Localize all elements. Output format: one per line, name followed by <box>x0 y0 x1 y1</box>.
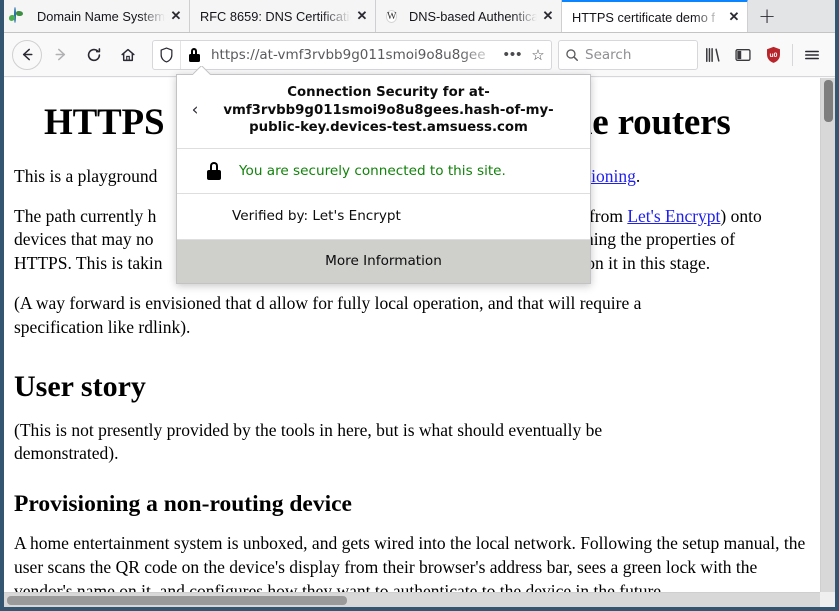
wikipedia-icon: W <box>386 10 398 23</box>
shield-icon <box>160 46 173 63</box>
tracking-protection-shield-icon[interactable] <box>153 40 181 69</box>
arrow-right-icon <box>54 48 65 61</box>
site-identity-lock-button[interactable] <box>181 41 207 69</box>
heading-provisioning-non-routing-device: Provisioning a non-routing device <box>14 491 352 518</box>
horizontal-scrollbar[interactable] <box>4 592 820 607</box>
search-bar[interactable]: Search <box>558 39 698 70</box>
paragraph-path-line3-left: HTTPS. This is takin <box>14 253 163 274</box>
tab-label: RFC 8659: DNS Certification <box>200 8 351 24</box>
page-actions-icon[interactable]: ••• <box>501 46 525 63</box>
hamburger-menu-icon <box>805 50 819 59</box>
tab-label: HTTPS certificate demo f <box>572 9 715 25</box>
paragraph-way-forward-line1: (A way forward is envisioned that d allo… <box>14 293 642 314</box>
scrollbar-corner <box>820 592 835 607</box>
tab-close-icon[interactable]: ✕ <box>353 7 371 25</box>
tab-dns-based-authentication[interactable]: W DNS-based Authentication ✕ <box>376 0 562 32</box>
heading-user-story: User story <box>14 369 146 403</box>
tab-close-icon[interactable]: ✕ <box>539 7 557 25</box>
back-button[interactable] <box>12 39 42 70</box>
tab-https-certificate-demo[interactable]: HTTPS certificate demo f ✕ <box>562 0 748 32</box>
app-menu-button[interactable] <box>797 40 827 70</box>
horizontal-scrollbar-thumb[interactable] <box>7 596 347 605</box>
page-title-left: HTTPS <box>44 102 165 143</box>
connection-security-popup: ‹ Connection Security for at-vmf3rvbb9g0… <box>176 74 591 284</box>
paragraph-way-forward: (A way forward is envisioned that d allo… <box>14 292 809 340</box>
popup-verified-by: Verified by: Let's Encrypt <box>177 194 590 240</box>
tab-close-icon[interactable]: ✕ <box>725 8 743 26</box>
paragraph-user-story-line2: demonstrated). <box>14 443 119 464</box>
url-input[interactable]: https://at-vmf3rvbb9g011smoi9o8u8gee <box>207 47 501 63</box>
paragraph-way-forward-line2: specification like rdlink). <box>14 316 191 337</box>
paragraph-path-line2-left: devices that may no <box>14 229 154 250</box>
tab-rfc-8659[interactable]: RFC 8659: DNS Certification ✕ <box>190 0 376 32</box>
sidebar-icon <box>735 48 751 61</box>
ublock-shield-icon: u0 <box>766 46 780 63</box>
tab-label: DNS-based Authentication <box>409 8 537 24</box>
popup-secure-message: You are securely connected to this site. <box>239 162 506 179</box>
popup-back-button[interactable]: ‹ <box>183 98 207 122</box>
popup-header: ‹ Connection Security for at-vmf3rvbb9g0… <box>177 75 590 149</box>
browser-window: Domain Name System ✕ RFC 8659: DNS Certi… <box>0 0 839 611</box>
library-icon <box>706 47 720 62</box>
paragraph-user-story-note: (This is not presently provided by the t… <box>14 419 809 467</box>
lock-icon <box>203 161 225 180</box>
vertical-scrollbar-thumb[interactable] <box>824 80 833 122</box>
paragraph-user-story-line1: (This is not presently provided by the t… <box>14 419 603 440</box>
arrow-left-icon <box>22 48 33 61</box>
toolbar-divider <box>792 43 793 66</box>
globe-icon <box>14 7 30 24</box>
tab-label: Domain Name System <box>37 8 165 24</box>
tab-strip: Domain Name System ✕ RFC 8659: DNS Certi… <box>4 0 835 33</box>
lock-icon <box>188 47 200 62</box>
search-input-placeholder[interactable]: Search <box>585 47 631 63</box>
forward-button[interactable] <box>44 39 76 71</box>
bookmark-star-icon[interactable]: ☆ <box>525 46 551 64</box>
library-button[interactable] <box>698 40 728 70</box>
paragraph-path-after-link: ) onto <box>720 205 762 226</box>
home-icon <box>121 48 135 61</box>
popup-secure-row: You are securely connected to this site. <box>177 149 590 194</box>
home-button[interactable] <box>112 39 144 71</box>
ublock-origin-extension-button[interactable]: u0 <box>758 40 788 70</box>
paragraph-intro-left: This is a playground <box>14 165 158 186</box>
vertical-scrollbar[interactable] <box>820 78 835 592</box>
navigation-toolbar: https://at-vmf3rvbb9g011smoi9o8u8gee •••… <box>4 33 835 77</box>
tab-close-icon[interactable]: ✕ <box>167 7 185 25</box>
popup-title: Connection Security for at-vmf3rvbb9g011… <box>223 85 554 136</box>
paragraph-intro-tail: . <box>635 165 641 186</box>
lets-encrypt-link[interactable]: Let's Encrypt <box>627 206 720 226</box>
reload-icon <box>87 47 101 61</box>
new-tab-button[interactable]: + <box>750 0 784 32</box>
search-icon <box>566 48 578 61</box>
paragraph-path-line1-left: The path currently h <box>14 205 157 226</box>
tab-domain-name-system[interactable]: Domain Name System ✕ <box>4 0 190 32</box>
sidebar-button[interactable] <box>728 40 758 70</box>
popup-arrow <box>193 66 211 75</box>
more-information-button[interactable]: More Information <box>177 239 590 283</box>
url-bar[interactable]: https://at-vmf3rvbb9g011smoi9o8u8gee •••… <box>152 39 552 70</box>
reload-button[interactable] <box>78 39 110 71</box>
svg-text:u0: u0 <box>769 52 777 59</box>
